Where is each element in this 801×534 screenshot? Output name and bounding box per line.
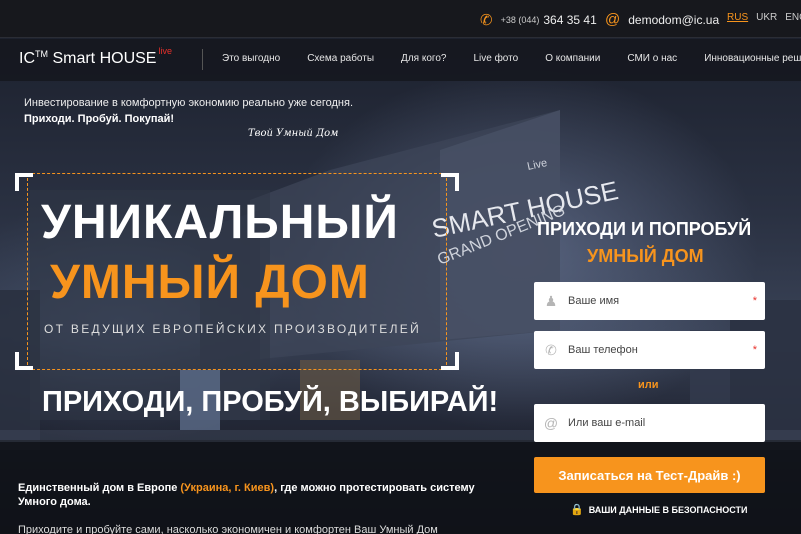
hero-cta-line: ПРИХОДИ, ПРОБУЙ, ВЫБИРАЙ!: [42, 386, 499, 418]
lock-icon: 🔒: [570, 504, 584, 516]
nav-item-innovations[interactable]: Инновационные решения: [704, 53, 801, 64]
phone-input[interactable]: [568, 331, 753, 369]
description-part1: Единственный дом в Европе: [18, 482, 181, 494]
or-label: или: [638, 379, 659, 391]
hero-description: Единственный дом в Европе (Украина, г. К…: [18, 481, 488, 509]
main-navbar: ICTM Smart HOUSE live Это выгодно Схема р…: [0, 39, 801, 81]
form-title-line1: ПРИХОДИ И ПОПРОБУЙ: [537, 219, 752, 239]
phone-number: 364 35 41: [543, 13, 597, 27]
lang-ukr[interactable]: UKR: [756, 12, 777, 23]
logo-divider: [202, 49, 203, 70]
hero-headline-smart-home: УМНЫЙ ДОМ: [50, 256, 370, 309]
phone-handset-icon: ✆: [545, 341, 557, 358]
email-address: demodom@ic.ua: [628, 12, 720, 27]
site-logo[interactable]: ICTM Smart HOUSE live: [19, 46, 172, 68]
hero-description-line2: Приходите и пробуйте сами, насколько эко…: [18, 524, 438, 534]
email-contact[interactable]: @ demodom@ic.ua: [605, 11, 719, 28]
frame-corner-bottom-left: [15, 352, 33, 370]
nav-item-scheme[interactable]: Схема работы: [307, 53, 374, 64]
nav-item-media[interactable]: СМИ о нас: [627, 53, 677, 64]
phone-field[interactable]: ✆ *: [534, 331, 765, 369]
signature-logo: Твой Умный Дом: [248, 128, 339, 139]
logo-name: Smart HOUSE: [52, 50, 157, 67]
phone-prefix: +38 (044): [500, 15, 540, 25]
user-icon: ♟: [544, 292, 558, 309]
nav-item-live-photo[interactable]: Live фото: [473, 53, 518, 64]
at-icon: @: [543, 415, 559, 431]
language-switcher: RUS UKR ENG: [727, 12, 801, 23]
security-note: 🔒 ВАШИ ДАННЫЕ В БЕЗОПАСНОСТИ: [570, 503, 747, 516]
nav-item-for-whom[interactable]: Для кого?: [401, 53, 446, 64]
phone-contact[interactable]: ✆ +38 (044) 364 35 41: [480, 11, 597, 29]
logo-tm: TM: [35, 49, 48, 59]
top-bar: ✆ +38 (044) 364 35 41 @ demodom@ic.ua RU…: [0, 0, 801, 38]
lang-eng[interactable]: ENG: [785, 12, 801, 23]
nav-menu: Это выгодно Схема работы Для кого? Live …: [222, 53, 801, 64]
logo-live: live: [158, 46, 172, 56]
nav-item-benefits[interactable]: Это выгодно: [222, 53, 280, 64]
hero-intro-line2: Приходи. Пробуй. Покупай!: [24, 113, 175, 125]
at-icon: @: [605, 11, 621, 28]
frame-corner-bottom-right: [441, 352, 459, 370]
email-input[interactable]: [568, 404, 765, 442]
hero-intro-line1: Инвестирование в комфортную экономию реа…: [24, 97, 353, 109]
hero-headline-unique: УНИКАЛЬНЫЙ: [41, 196, 399, 249]
name-input[interactable]: [568, 282, 753, 320]
description-location: (Украина, г. Киев): [180, 482, 275, 494]
required-mark: *: [752, 344, 757, 356]
lang-rus[interactable]: RUS: [727, 12, 748, 23]
nav-item-about[interactable]: О компании: [545, 53, 600, 64]
test-drive-signup-button[interactable]: Записаться на Тест-Драйв :): [534, 457, 765, 493]
email-field[interactable]: @: [534, 404, 765, 442]
required-mark: *: [752, 295, 757, 307]
frame-corner-top-left: [15, 173, 33, 191]
hero-subline: ОТ ВЕДУЩИХ ЕВРОПЕЙСКИХ ПРОИЗВОДИТЕЛЕЙ: [44, 322, 421, 336]
phone-icon: ✆: [480, 12, 493, 29]
name-field[interactable]: ♟ *: [534, 282, 765, 320]
logo-brand: IC: [19, 50, 35, 67]
security-note-text: ВАШИ ДАННЫЕ В БЕЗОПАСНОСТИ: [588, 504, 748, 515]
form-title-line2: УМНЫЙ ДОМ: [587, 246, 704, 266]
frame-corner-top-right: [441, 173, 459, 191]
